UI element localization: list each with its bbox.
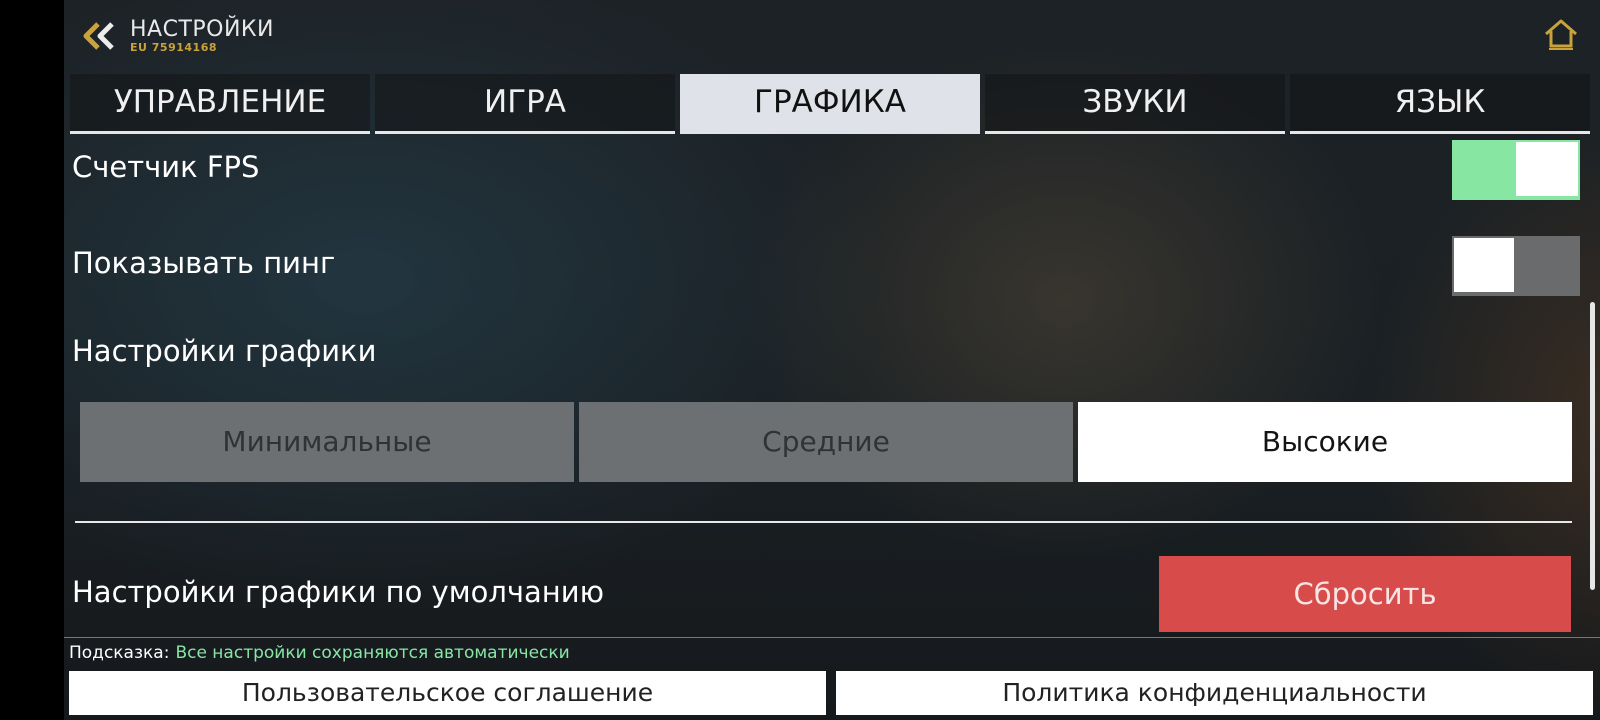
show-ping-label: Показывать пинг (72, 246, 336, 280)
hint-label: Подсказка: (69, 643, 170, 663)
settings-screen: НАСТРОЙКИ EU 75914168 УПРАВЛЕНИЕ ИГРА ГР… (64, 0, 1600, 720)
home-icon[interactable] (1544, 18, 1578, 50)
tab-language[interactable]: ЯЗЫК (1290, 74, 1590, 134)
graphics-settings-label: Настройки графики (72, 334, 377, 368)
divider (75, 521, 1572, 523)
fps-counter-label: Счетчик FPS (72, 150, 260, 184)
show-ping-toggle[interactable] (1452, 236, 1580, 296)
hint: Подсказка: Все настройки сохраняются авто… (69, 643, 570, 663)
privacy-policy-button[interactable]: Политика конфиденциальности (836, 671, 1593, 715)
graphics-option-medium[interactable]: Средние (579, 402, 1073, 482)
page-title: НАСТРОЙКИ (130, 17, 275, 42)
tab-game[interactable]: ИГРА (375, 74, 675, 134)
footer-divider (64, 637, 1600, 638)
fps-counter-toggle[interactable] (1452, 140, 1580, 200)
player-id: EU 75914168 (130, 41, 218, 54)
hint-text: Все настройки сохраняются автоматически (175, 643, 570, 663)
graphics-option-high[interactable]: Высокие (1078, 402, 1572, 482)
settings-tabs: УПРАВЛЕНИЕ ИГРА ГРАФИКА ЗВУКИ ЯЗЫК (70, 74, 1594, 134)
tab-sounds[interactable]: ЗВУКИ (985, 74, 1285, 134)
reset-button[interactable]: Сбросить (1159, 556, 1571, 632)
scrollbar[interactable] (1590, 302, 1595, 590)
toggle-knob (1454, 238, 1514, 292)
tab-controls[interactable]: УПРАВЛЕНИЕ (70, 74, 370, 134)
graphics-option-minimal[interactable]: Минимальные (80, 402, 574, 482)
double-chevron-left-icon[interactable] (82, 20, 118, 52)
toggle-knob (1516, 142, 1578, 196)
user-agreement-button[interactable]: Пользовательское соглашение (69, 671, 826, 715)
tab-graphics[interactable]: ГРАФИКА (680, 74, 980, 134)
default-graphics-label: Настройки графики по умолчанию (72, 575, 604, 609)
